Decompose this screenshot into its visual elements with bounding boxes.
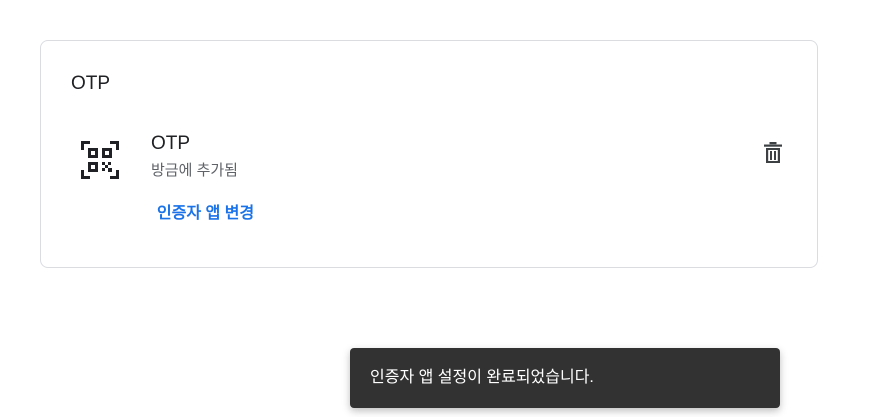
qr-code-icon xyxy=(79,139,121,181)
otp-card: OTP OTP 방금에 추가됨 인증자 앱 변경 xyxy=(40,40,818,268)
snackbar: 인증자 앱 설정이 완료되었습니다. xyxy=(350,348,780,408)
snackbar-message: 인증자 앱 설정이 완료되었습니다. xyxy=(370,369,594,386)
delete-button[interactable] xyxy=(757,137,789,169)
change-authenticator-link[interactable]: 인증자 앱 변경 xyxy=(157,203,254,225)
card-title: OTP xyxy=(71,73,111,94)
trash-icon xyxy=(762,141,784,165)
authenticator-added-time: 방금에 추가됨 xyxy=(151,162,238,179)
authenticator-name: OTP xyxy=(151,133,191,154)
